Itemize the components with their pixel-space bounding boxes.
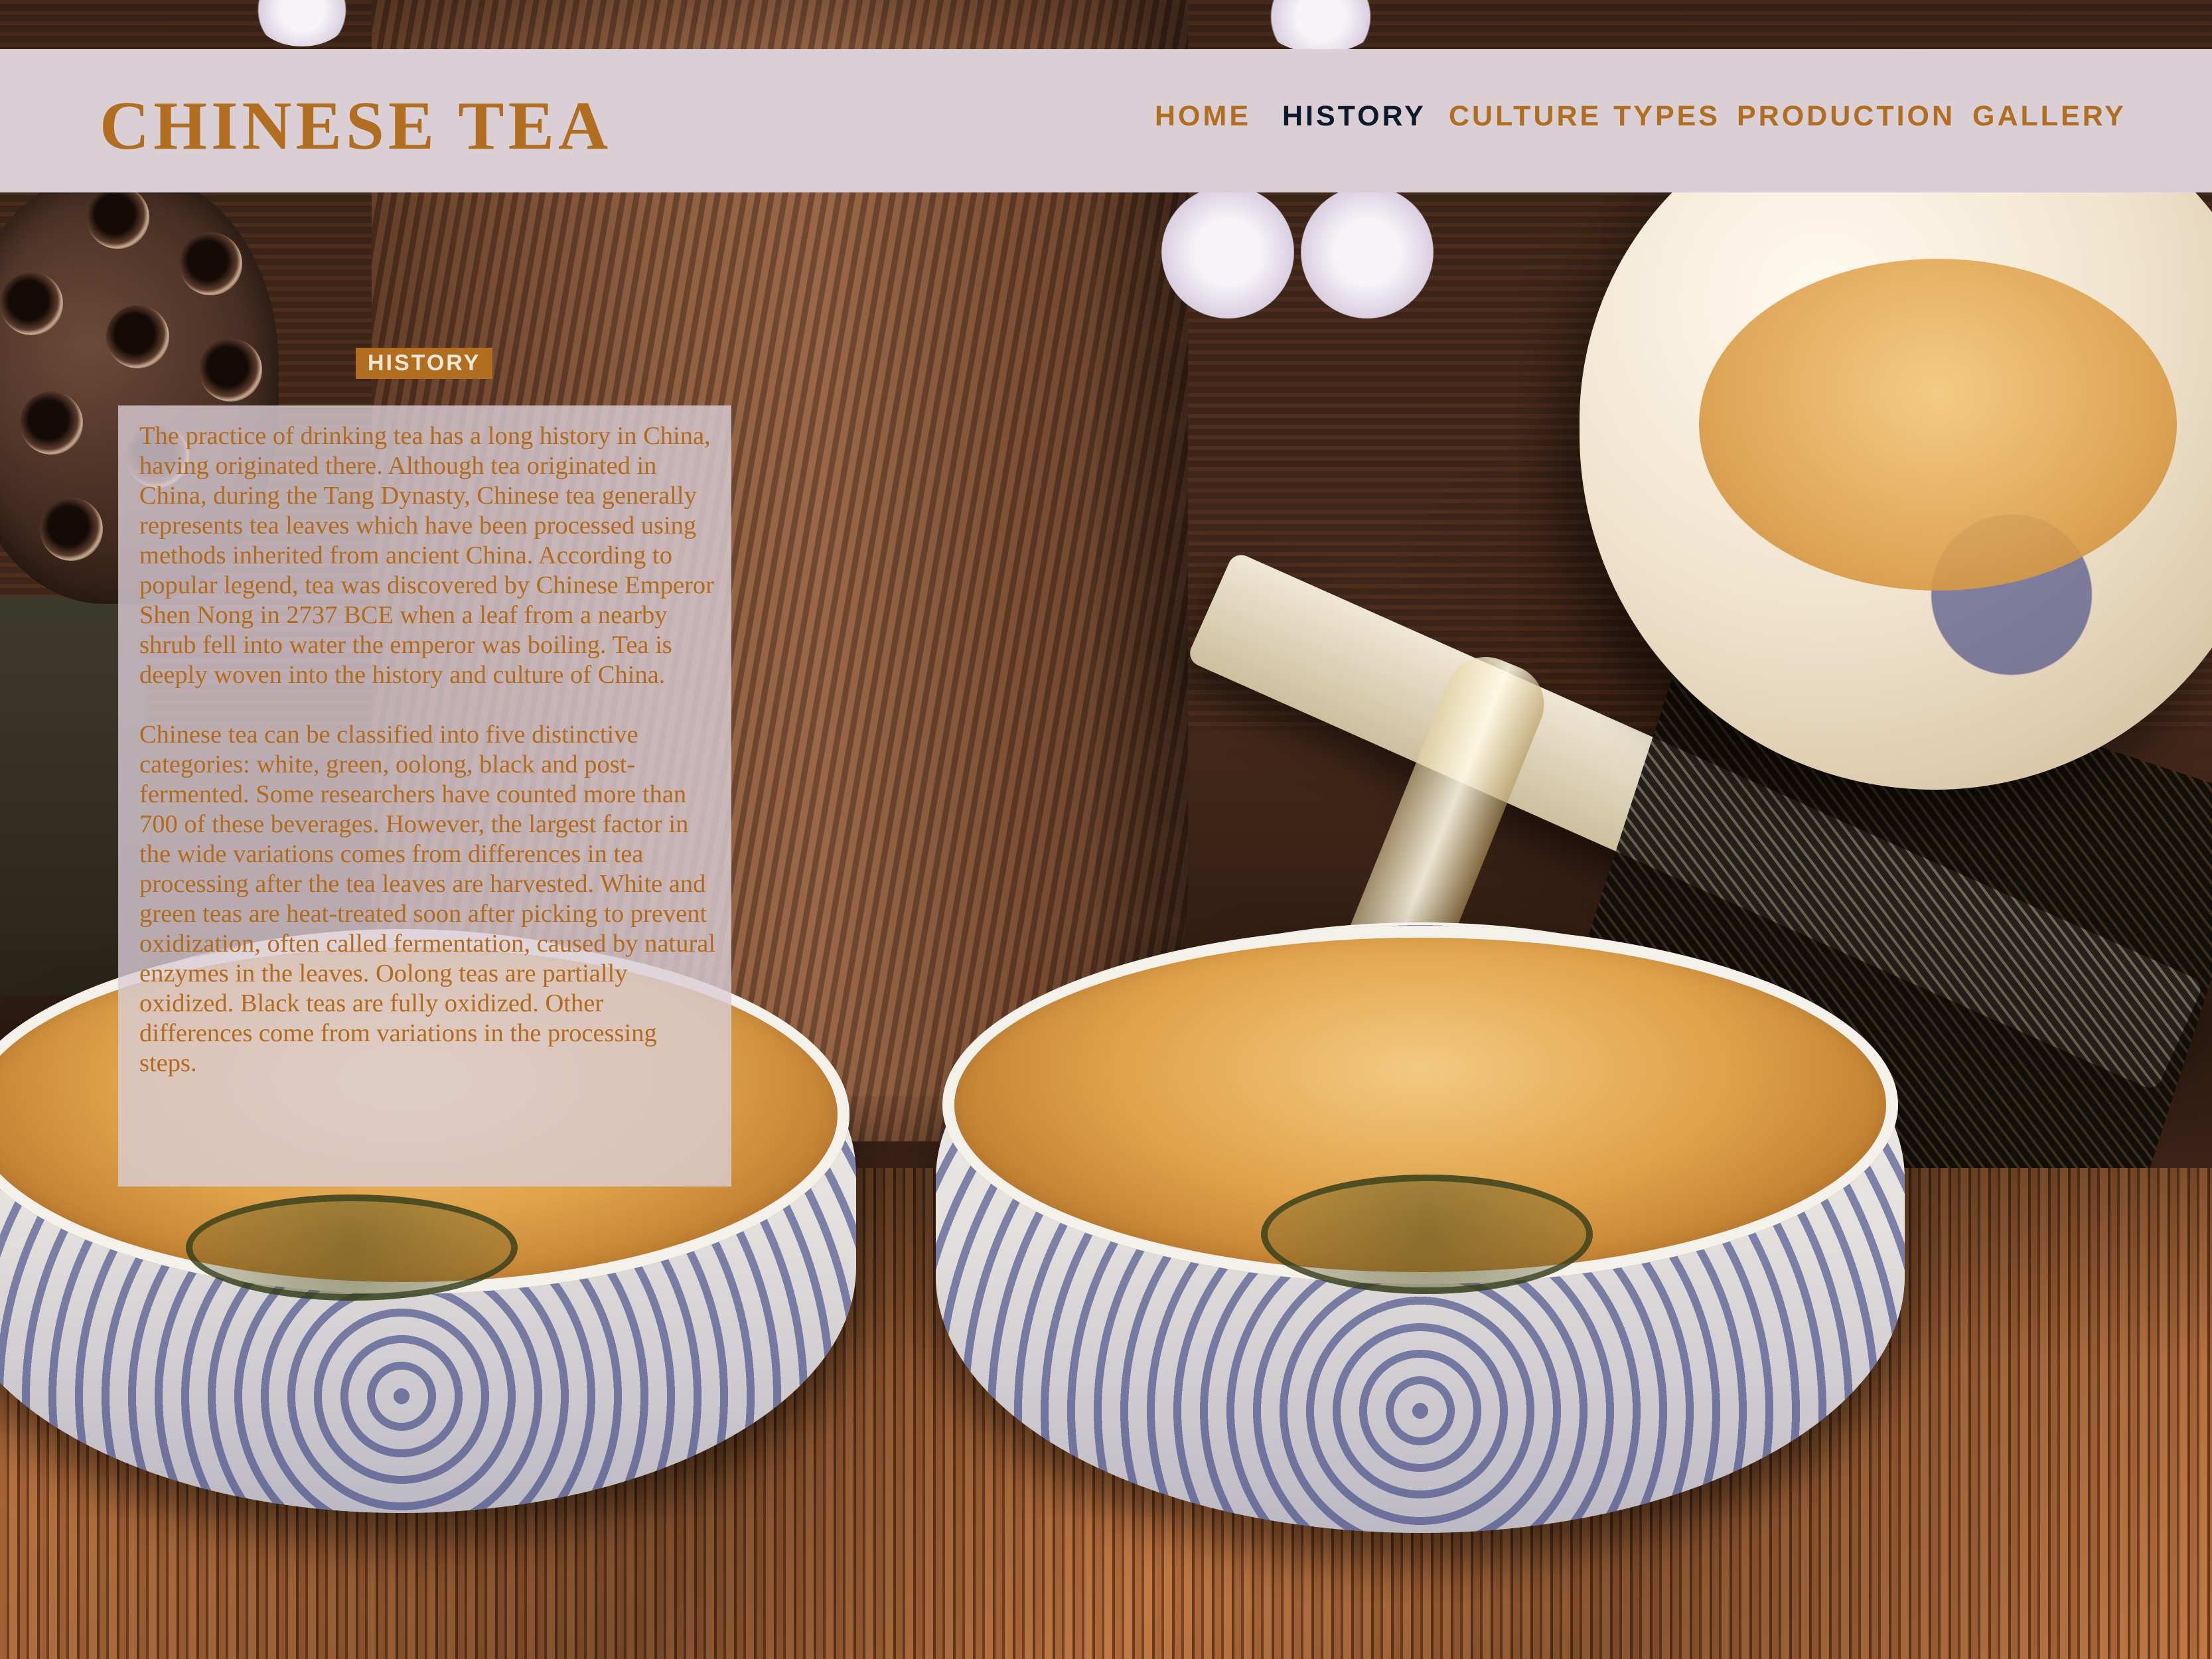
nav-item-history[interactable]: HISTORY <box>1282 102 1426 131</box>
nav-item-production[interactable]: PRODUCTION <box>1737 102 1955 131</box>
blossom-decor <box>1161 186 1294 319</box>
history-paragraph: Chinese tea can be classified into five … <box>139 721 716 1077</box>
history-text-panel: The practice of drinking tea has a long … <box>118 405 731 1187</box>
main-nav: HOME HISTORY CULTURE TYPES PRODUCTION GA… <box>0 102 2212 142</box>
bowl-seal-right-decor <box>1261 1175 1593 1294</box>
site-header: CHINESE TEA HOME HISTORY CULTURE TYPES P… <box>0 49 2212 192</box>
nav-item-culture[interactable]: CULTURE <box>1449 102 1601 131</box>
nav-item-gallery[interactable]: GALLERY <box>1972 102 2126 131</box>
history-paragraph: The practice of drinking tea has a long … <box>139 422 714 689</box>
nav-item-types[interactable]: TYPES <box>1613 102 1720 131</box>
pitcher-tea-decor <box>1699 259 2177 591</box>
nav-item-home[interactable]: HOME <box>1155 102 1251 131</box>
bowl-seal-left-decor <box>186 1194 518 1301</box>
section-badge: HISTORY <box>356 348 493 379</box>
blossom-decor <box>1301 186 1434 319</box>
